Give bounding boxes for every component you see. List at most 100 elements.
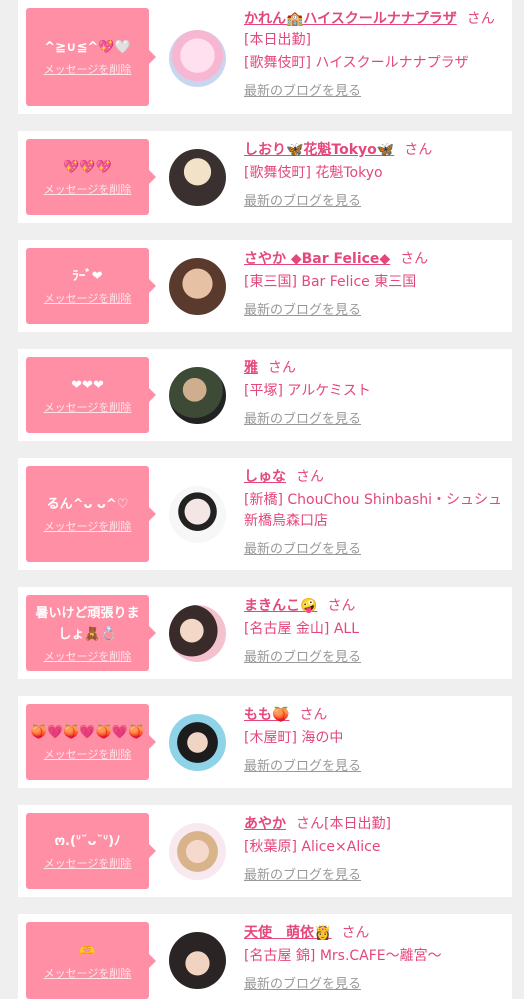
- message-card: るん^ᴗ ᴗ^♡ メッセージを削除 しゅな さん [新橋] ChouChou Sh…: [18, 458, 512, 570]
- message-text: るん^ᴗ ᴗ^♡: [46, 497, 129, 512]
- message-card: ო.(ᐡ˘ᴗ˘ᐡ)ﾉ メッセージを削除 あやか さん[本日出勤] [秋葉原] Al…: [18, 805, 512, 897]
- name-line: かれん🏫ハイスクールナナプラザ さん [本日出勤]: [244, 9, 506, 51]
- message-bubble: ❤❤❤ メッセージを削除: [26, 357, 156, 433]
- message-text: ^≧∪≦^💖🤍: [44, 40, 131, 55]
- shop-name: [平塚] アルケミスト: [244, 383, 371, 399]
- shop-name: [秋葉原] Alice×Alice: [244, 839, 381, 855]
- delete-message-link[interactable]: メッセージを削除: [44, 290, 132, 306]
- avatar[interactable]: [169, 486, 226, 543]
- cast-name-link[interactable]: 雅: [244, 360, 258, 376]
- message-card: 🫶 メッセージを削除 天使 萌依👸 さん [名古屋 錦] Mrs.CAFE〜離宮〜…: [18, 914, 512, 999]
- honorific: さん: [296, 469, 324, 485]
- message-bubble: ﾗｰﾞ❤ メッセージを削除: [26, 248, 156, 324]
- message-text: ﾗｰﾞ❤: [72, 269, 103, 284]
- name-line: 雅さん: [244, 358, 506, 379]
- delete-message-link[interactable]: メッセージを削除: [44, 181, 132, 197]
- cast-info: さやか ◆Bar Felice◆ さん [東三国] Bar Felice 東三国 …: [244, 249, 506, 318]
- shop-name: [名古屋 錦] Mrs.CAFE〜離宮〜: [244, 948, 442, 964]
- blog-link[interactable]: 最新のブログを見る: [244, 755, 361, 774]
- blog-link[interactable]: 最新のブログを見る: [244, 973, 361, 992]
- cast-info: あやか さん[本日出勤] [秋葉原] Alice×Alice 最新のブログを見る: [244, 814, 506, 883]
- status-badge: [本日出勤]: [324, 816, 391, 832]
- shop-name: [名古屋 金山] ALL: [244, 621, 360, 637]
- blog-link[interactable]: 最新のブログを見る: [244, 80, 361, 99]
- cast-name-link[interactable]: もも🍑: [244, 707, 289, 723]
- name-line: 天使 萌依👸 さん: [244, 923, 506, 944]
- honorific: さん: [404, 142, 433, 158]
- cast-name-link[interactable]: かれん🏫ハイスクールナナプラザ: [244, 11, 457, 27]
- message-bubble: 暑いけど頑張りましょ🧸💍 メッセージを削除: [26, 595, 156, 671]
- avatar[interactable]: [169, 367, 226, 424]
- name-line: さやか ◆Bar Felice◆ さん: [244, 249, 506, 270]
- message-bubble: るん^ᴗ ᴗ^♡ メッセージを削除: [26, 466, 156, 562]
- blog-link[interactable]: 最新のブログを見る: [244, 190, 361, 209]
- message-bubble: 💖💖💖 メッセージを削除: [26, 139, 156, 215]
- shop-name: [木屋町] 海の中: [244, 730, 344, 746]
- message-bubble: 🫶 メッセージを削除: [26, 922, 156, 999]
- message-text: 🫶: [79, 943, 96, 959]
- message-card: 🍑💗🍑💗🍑💗🍑 メッセージを削除 もも🍑 さん [木屋町] 海の中 最新のブログを…: [18, 696, 512, 788]
- cast-name-link[interactable]: まきんこ🤪: [244, 598, 317, 614]
- blog-link[interactable]: 最新のブログを見る: [244, 538, 361, 557]
- message-card: 💖💖💖 メッセージを削除 しおり🦋花魁Tokyo🦋 さん [歌舞伎町] 花魁Tok…: [18, 131, 512, 223]
- name-line: しおり🦋花魁Tokyo🦋 さん: [244, 140, 506, 161]
- delete-message-link[interactable]: メッセージを削除: [44, 855, 132, 871]
- cast-info: かれん🏫ハイスクールナナプラザ さん [本日出勤] [歌舞伎町] ハイスクールナナプ…: [244, 9, 506, 99]
- name-line: しゅな さん: [244, 467, 506, 488]
- honorific: さん: [466, 11, 495, 27]
- honorific: さん: [299, 707, 328, 723]
- message-text: ო.(ᐡ˘ᴗ˘ᐡ)ﾉ: [54, 834, 121, 849]
- message-list: ^≧∪≦^💖🤍 メッセージを削除 かれん🏫ハイスクールナナプラザ さん[本日出勤]…: [0, 0, 524, 999]
- name-line: もも🍑 さん: [244, 705, 506, 726]
- cast-name-link[interactable]: あやか: [244, 816, 286, 832]
- message-card: ❤❤❤ メッセージを削除 雅さん [平塚] アルケミスト 最新のブログを見る: [18, 349, 512, 441]
- honorific: さん: [400, 251, 429, 267]
- status-badge: [本日出勤]: [244, 32, 311, 48]
- avatar[interactable]: [169, 932, 226, 989]
- name-line: あやか さん[本日出勤]: [244, 814, 506, 835]
- honorific: さん: [296, 816, 324, 832]
- message-card: ﾗｰﾞ❤ メッセージを削除 さやか ◆Bar Felice◆ さん [東三国] B…: [18, 240, 512, 332]
- honorific: さん: [268, 360, 296, 376]
- avatar[interactable]: [169, 149, 226, 206]
- cast-name-link[interactable]: さやか ◆Bar Felice◆: [244, 251, 390, 267]
- avatar[interactable]: [169, 823, 226, 880]
- message-text: 💖💖💖: [63, 160, 112, 175]
- blog-link[interactable]: 最新のブログを見る: [244, 864, 361, 883]
- shop-name: [東三国] Bar Felice 東三国: [244, 274, 417, 290]
- cast-info: まきんこ🤪 さん [名古屋 金山] ALL 最新のブログを見る: [244, 596, 506, 665]
- message-bubble: 🍑💗🍑💗🍑💗🍑 メッセージを削除: [26, 704, 156, 780]
- delete-message-link[interactable]: メッセージを削除: [44, 399, 132, 415]
- cast-info: しゅな さん [新橋] ChouChou Shinbashi・シュシュ新橋烏森口店…: [244, 467, 506, 557]
- delete-message-link[interactable]: メッセージを削除: [44, 648, 132, 664]
- message-text: 🍑💗🍑💗🍑💗🍑: [30, 725, 145, 740]
- honorific: さん: [341, 925, 370, 941]
- message-text: 暑いけど頑張りましょ🧸💍: [35, 605, 140, 642]
- message-bubble: ^≧∪≦^💖🤍 メッセージを削除: [26, 8, 156, 106]
- blog-link[interactable]: 最新のブログを見る: [244, 299, 361, 318]
- cast-name-link[interactable]: しゅな: [244, 469, 286, 485]
- message-text: ❤❤❤: [71, 378, 104, 393]
- avatar[interactable]: [169, 258, 226, 315]
- cast-info: 天使 萌依👸 さん [名古屋 錦] Mrs.CAFE〜離宮〜 最新のブログを見る: [244, 923, 506, 992]
- name-line: まきんこ🤪 さん: [244, 596, 506, 617]
- cast-info: しおり🦋花魁Tokyo🦋 さん [歌舞伎町] 花魁Tokyo 最新のブログを見る: [244, 140, 506, 209]
- avatar[interactable]: [169, 30, 226, 87]
- blog-link[interactable]: 最新のブログを見る: [244, 408, 361, 427]
- cast-info: 雅さん [平塚] アルケミスト 最新のブログを見る: [244, 358, 506, 427]
- avatar[interactable]: [169, 605, 226, 662]
- message-card: ^≧∪≦^💖🤍 メッセージを削除 かれん🏫ハイスクールナナプラザ さん [本日出勤]…: [18, 0, 512, 114]
- cast-info: もも🍑 さん [木屋町] 海の中 最新のブログを見る: [244, 705, 506, 774]
- delete-message-link[interactable]: メッセージを削除: [44, 61, 132, 77]
- shop-name: [新橋] ChouChou Shinbashi・シュシュ新橋烏森口店: [244, 492, 503, 529]
- avatar[interactable]: [169, 714, 226, 771]
- delete-message-link[interactable]: メッセージを削除: [44, 746, 132, 762]
- cast-name-link[interactable]: しおり🦋花魁Tokyo🦋: [244, 142, 394, 158]
- delete-message-link[interactable]: メッセージを削除: [44, 965, 132, 981]
- message-card: 暑いけど頑張りましょ🧸💍 メッセージを削除 まきんこ🤪 さん [名古屋 金山] A…: [18, 587, 512, 679]
- honorific: さん: [327, 598, 356, 614]
- blog-link[interactable]: 最新のブログを見る: [244, 646, 361, 665]
- shop-name: [歌舞伎町] 花魁Tokyo: [244, 165, 383, 181]
- delete-message-link[interactable]: メッセージを削除: [44, 518, 132, 534]
- cast-name-link[interactable]: 天使 萌依👸: [244, 925, 331, 941]
